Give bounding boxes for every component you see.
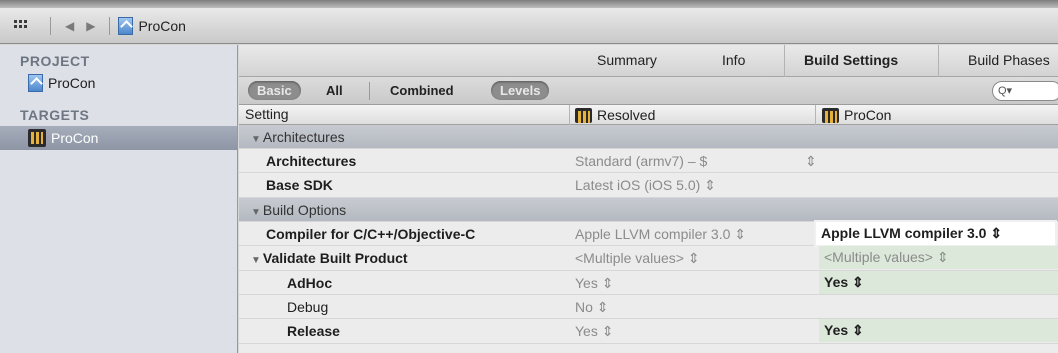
resolved-value: Yes ⇕: [575, 323, 614, 340]
release-popup[interactable]: Yes ⇕: [819, 319, 1058, 343]
basic-filter-button[interactable]: Basic: [248, 81, 301, 100]
target-icon: [822, 107, 839, 123]
tab-divider: [784, 45, 785, 77]
back-arrow-icon[interactable]: ◀: [65, 19, 74, 33]
group-row-architectures[interactable]: ▼ Architectures: [239, 125, 1058, 149]
setting-row-architectures[interactable]: Architectures Standard (armv7) – $ ⇕: [239, 149, 1058, 174]
setting-column-header[interactable]: Setting: [245, 106, 289, 122]
group-title: Architectures: [262, 129, 345, 145]
setting-title: Validate Built Product: [262, 250, 408, 267]
sidebar-item-project[interactable]: ProCon: [0, 71, 237, 95]
setting-label: AdHoc: [287, 274, 333, 291]
related-items-icon[interactable]: [14, 19, 30, 32]
filter-bar: Basic All Combined Levels Q▾: [239, 77, 1058, 105]
setting-row-debug[interactable]: Debug No ⇕: [239, 295, 1058, 320]
tab-build-phases[interactable]: Build Phases: [968, 52, 1050, 68]
window-top-edge: [0, 0, 1058, 8]
stepper-icon[interactable]: ⇕: [805, 153, 817, 170]
setting-row-release[interactable]: Release Yes ⇕ Yes ⇕: [239, 319, 1058, 344]
column-divider: [815, 105, 816, 125]
procon-column-label: ProCon: [844, 107, 892, 123]
resolved-value: No ⇕: [575, 298, 609, 315]
search-field[interactable]: Q▾: [992, 81, 1058, 101]
editor-area: Summary Info Build Settings Build Phases…: [239, 45, 1058, 353]
disclosure-triangle-icon[interactable]: ▼: [251, 255, 261, 266]
separator: [109, 16, 111, 35]
project-target-sidebar: PROJECT ProCon TARGETS ProCon: [0, 45, 238, 353]
setting-row-adhoc[interactable]: AdHoc Yes ⇕ Yes ⇕: [239, 270, 1058, 295]
resolved-column-header[interactable]: Resolved: [575, 106, 656, 123]
targets-header: TARGETS: [20, 107, 90, 123]
sidebar-item-label: ProCon: [48, 75, 96, 91]
setting-row-compiler[interactable]: Compiler for C/C++/Objective-C Apple LLV…: [239, 221, 1058, 247]
group-label: ▼ Build Options: [251, 202, 346, 218]
resolved-column-label: Resolved: [597, 107, 656, 123]
resolved-value: Apple LLVM compiler 3.0 ⇕: [575, 225, 746, 242]
target-icon: [575, 107, 592, 123]
setting-label: ▼ Validate Built Product: [251, 250, 408, 266]
setting-row-base-sdk[interactable]: Base SDK Latest iOS (iOS 5.0) ⇕: [239, 173, 1058, 198]
resolved-value: Standard (armv7) – $: [575, 153, 708, 169]
breadcrumb-label: ProCon: [138, 17, 186, 34]
project-icon: [118, 16, 134, 35]
search-icon: Q▾: [998, 85, 1013, 97]
project-icon: [28, 74, 43, 92]
setting-label: Debug: [287, 298, 329, 315]
column-header: Setting Resolved ProCon: [239, 105, 1058, 125]
tab-build-settings[interactable]: Build Settings: [804, 52, 898, 68]
sidebar-item-target[interactable]: ProCon: [0, 126, 237, 150]
forward-arrow-icon[interactable]: ▶: [86, 19, 95, 33]
project-header: PROJECT: [20, 53, 90, 69]
group-title: Build Options: [262, 201, 347, 218]
column-divider: [569, 105, 570, 125]
setting-label: Architectures: [266, 153, 357, 169]
tab-info[interactable]: Info: [722, 52, 745, 68]
resolved-value: Latest iOS (iOS 5.0) ⇕: [575, 177, 716, 194]
procon-column-header[interactable]: ProCon: [822, 106, 892, 123]
setting-label: Release: [287, 323, 340, 340]
filter-divider: [369, 82, 370, 100]
adhoc-popup[interactable]: Yes ⇕: [819, 270, 1058, 294]
disclosure-triangle-icon: ▼: [251, 134, 261, 145]
resolved-value: Yes ⇕: [575, 274, 614, 291]
setting-row-validate-built-product[interactable]: ▼ Validate Built Product <Multiple values…: [239, 246, 1058, 271]
combined-filter-button[interactable]: Combined: [381, 81, 463, 100]
tab-summary[interactable]: Summary: [597, 52, 657, 68]
compiler-popup[interactable]: Apple LLVM compiler 3.0 ⇕: [816, 221, 1055, 245]
tab-divider: [938, 45, 939, 77]
sidebar-item-label: ProCon: [51, 130, 99, 146]
validate-popup[interactable]: <Multiple values> ⇕: [819, 246, 1058, 270]
setting-label: Compiler for C/C++/Objective-C: [266, 225, 476, 242]
editor-tabs: Summary Info Build Settings Build Phases: [239, 45, 1058, 77]
levels-filter-button[interactable]: Levels: [491, 81, 550, 100]
separator: [50, 16, 51, 35]
breadcrumb[interactable]: ProCon: [118, 16, 186, 35]
all-filter-button[interactable]: All: [317, 81, 352, 100]
group-label: ▼ Architectures: [251, 129, 345, 145]
group-row-build-options[interactable]: ▼ Build Options: [239, 197, 1058, 222]
target-icon: [28, 129, 46, 147]
disclosure-triangle-icon: ▼: [251, 206, 261, 218]
jump-bar: ◀ ▶ ProCon: [0, 8, 1058, 44]
setting-label: Base SDK: [266, 177, 333, 194]
resolved-value: <Multiple values> ⇕: [575, 250, 700, 267]
